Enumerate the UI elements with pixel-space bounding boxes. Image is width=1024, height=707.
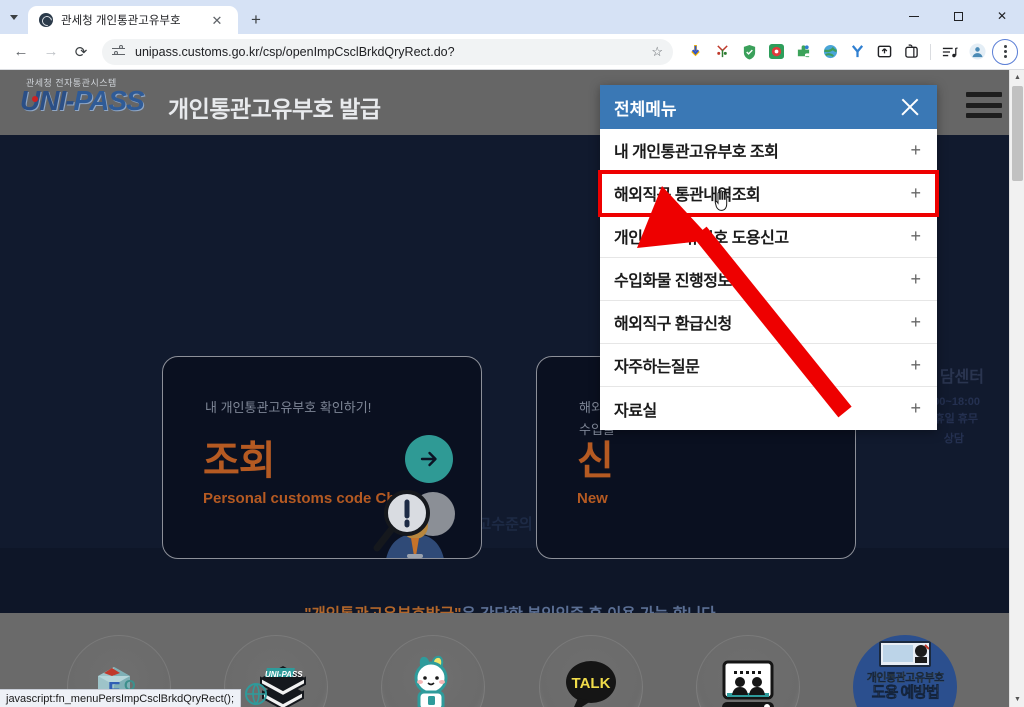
dog-detective-icon (878, 703, 932, 707)
status-bar: javascript:fn_menuPersImpCsclBrkdQryRect… (0, 689, 242, 707)
svg-text:UNI-PASS: UNI-PASS (265, 670, 303, 679)
close-icon[interactable]: ✕ (980, 0, 1024, 32)
quick-icon-misuse-prevention[interactable]: 개인통관고유부호 도용 예방법 (850, 635, 960, 707)
minimize-icon[interactable] (892, 0, 936, 32)
expand-icon[interactable]: + (910, 269, 921, 290)
logo-uni-text: UNI- (20, 85, 75, 116)
side-panel-icon[interactable] (899, 40, 923, 64)
tab-strip: 관세청 개인통관고유부호 ✕ + ✕ (0, 0, 1024, 34)
full-menu-title: 전체메뉴 (614, 99, 677, 119)
quick-icon-video-consult[interactable] (693, 635, 803, 707)
menu-item-label: 개인통관고유부호 도용신고 (614, 230, 789, 247)
expand-icon[interactable]: + (910, 312, 921, 333)
tune-icon[interactable] (112, 45, 126, 59)
faint-text-4: 상담 (943, 433, 964, 445)
downloads-icon[interactable] (683, 40, 707, 64)
y-extension-icon[interactable] (845, 40, 869, 64)
browser-toolbar: ← → ⟳ unipass.customs.go.kr/csp/openImpC… (0, 34, 1024, 70)
card-english-label: New (577, 490, 608, 507)
green-puzzle-extension-icon[interactable] (791, 40, 815, 64)
expand-icon[interactable]: + (910, 355, 921, 376)
reload-button[interactable]: ⟳ (66, 37, 96, 67)
scroll-up-icon[interactable]: ▲ (1010, 70, 1024, 85)
badge-line-1: 개인통관고유부호 (866, 672, 945, 684)
share-screen-icon[interactable] (872, 40, 896, 64)
tree-extension-icon[interactable] (710, 40, 734, 64)
menu-item-label: 내 개인통관고유부호 조회 (614, 144, 779, 161)
globe-extension-icon[interactable] (818, 40, 842, 64)
full-menu-header: 전체메뉴 (600, 85, 937, 129)
shield-extension-icon[interactable] (737, 40, 761, 64)
page-scrollbar[interactable]: ▲ ▼ (1009, 70, 1024, 707)
full-menu-panel: 전체메뉴 내 개인통관고유부호 조회 + 해외직구 통관내역조회 + 개인통관고… (598, 85, 939, 430)
magnifier-person-illustration (373, 490, 455, 558)
maximize-icon[interactable] (936, 0, 980, 32)
card-title: 조회 (203, 439, 276, 483)
misuse-prevention-badge-icon: 개인통관고유부호 도용 예방법 (853, 635, 958, 707)
card-subtitle: 내 개인통관고유부호 확인하기! (205, 400, 372, 415)
badge-line-2: 도용 예방법 (871, 684, 940, 701)
menu-item-label: 해외직구 통관내역조회 (614, 187, 761, 204)
kakao-talk-icon: TALK (538, 635, 643, 707)
video-consult-icon (695, 635, 800, 707)
window-controls: ✕ (892, 0, 1024, 32)
expand-icon[interactable]: + (910, 183, 921, 204)
site-logo[interactable]: 관세청 전자통관시스템 UNI-PASS (20, 76, 145, 116)
recorder-extension-icon[interactable] (764, 40, 788, 64)
unipass-logo: UNI-PASS (20, 85, 145, 116)
mouse-cursor (714, 190, 728, 211)
menu-item-import-cargo-progress[interactable]: 수입화물 진행정보 + (600, 258, 937, 301)
logo-pass-text: PASS (73, 85, 145, 116)
scrollbar-thumb[interactable] (1012, 86, 1023, 181)
page-title: 개인통관고유부호 발급 (168, 96, 381, 122)
logo-dot-icon (32, 96, 38, 102)
globe-icon (39, 13, 53, 27)
star-icon[interactable]: ☆ (651, 44, 663, 60)
close-icon[interactable]: ✕ (209, 12, 225, 28)
menu-item-my-code-lookup[interactable]: 내 개인통관고유부호 조회 + (600, 129, 937, 172)
hamburger-menu-icon[interactable] (966, 92, 1002, 118)
quick-icon-mascot[interactable] (378, 635, 488, 707)
browser-tab[interactable]: 관세청 개인통관고유부호 ✕ (28, 6, 238, 34)
menu-item-overseas-clearance-history[interactable]: 해외직구 통관내역조회 + (598, 170, 939, 217)
mascot-rabbit-icon (381, 635, 486, 707)
menu-item-misuse-report[interactable]: 개인통관고유부호 도용신고 + (600, 215, 937, 258)
forward-button[interactable]: → (36, 37, 66, 67)
arrow-right-icon[interactable] (405, 435, 453, 483)
toolbar-divider (930, 43, 931, 60)
kebab-menu-icon[interactable] (992, 38, 1018, 65)
url-text: unipass.customs.go.kr/csp/openImpCsclBrk… (135, 44, 455, 59)
card-title: 신 (577, 439, 614, 483)
menu-item-label: 자료실 (614, 402, 657, 420)
menu-item-label: 수입화물 진행정보 (614, 273, 732, 290)
menu-item-overseas-refund-request[interactable]: 해외직구 환급신청 + (600, 301, 937, 344)
card-personal-code-check[interactable]: 내 개인통관고유부호 확인하기! 조회 Personal customs cod… (162, 356, 482, 559)
menu-item-label: 해외직구 환급신청 (614, 316, 732, 333)
chevron-down-icon (10, 14, 18, 20)
svg-text:TALK: TALK (571, 675, 610, 692)
page-viewport: 관세청 전자통관시스템 UNI-PASS 개인통관고유부호 발급 담센터 평일 … (0, 70, 1024, 707)
new-tab-button[interactable]: + (242, 6, 270, 34)
back-button[interactable]: ← (6, 37, 36, 67)
profile-avatar-icon[interactable] (965, 40, 989, 64)
tab-search-button[interactable] (0, 0, 28, 34)
close-icon[interactable] (897, 94, 923, 120)
expand-icon[interactable]: + (910, 398, 921, 419)
expand-icon[interactable]: + (910, 140, 921, 161)
menu-item-faq[interactable]: 자주하는질문 + (600, 344, 937, 387)
address-bar[interactable]: unipass.customs.go.kr/csp/openImpCsclBrk… (102, 38, 673, 65)
tab-title: 관세청 개인통관고유부호 (61, 15, 181, 27)
expand-icon[interactable]: + (910, 226, 921, 247)
badge-screen-icon (879, 641, 932, 667)
scroll-down-icon[interactable]: ▼ (1010, 692, 1024, 707)
menu-item-label: 자주하는질문 (614, 359, 700, 376)
menu-item-resources[interactable]: 자료실 + (600, 387, 937, 430)
quick-icon-kakao-talk[interactable]: TALK (536, 635, 646, 707)
browser-window: 관세청 개인통관고유부호 ✕ + ✕ ← → ⟳ unipass.customs… (0, 0, 1024, 707)
extension-icons (679, 38, 1018, 65)
faint-text-1: 담센터 (939, 369, 984, 386)
media-list-icon[interactable] (938, 40, 962, 64)
